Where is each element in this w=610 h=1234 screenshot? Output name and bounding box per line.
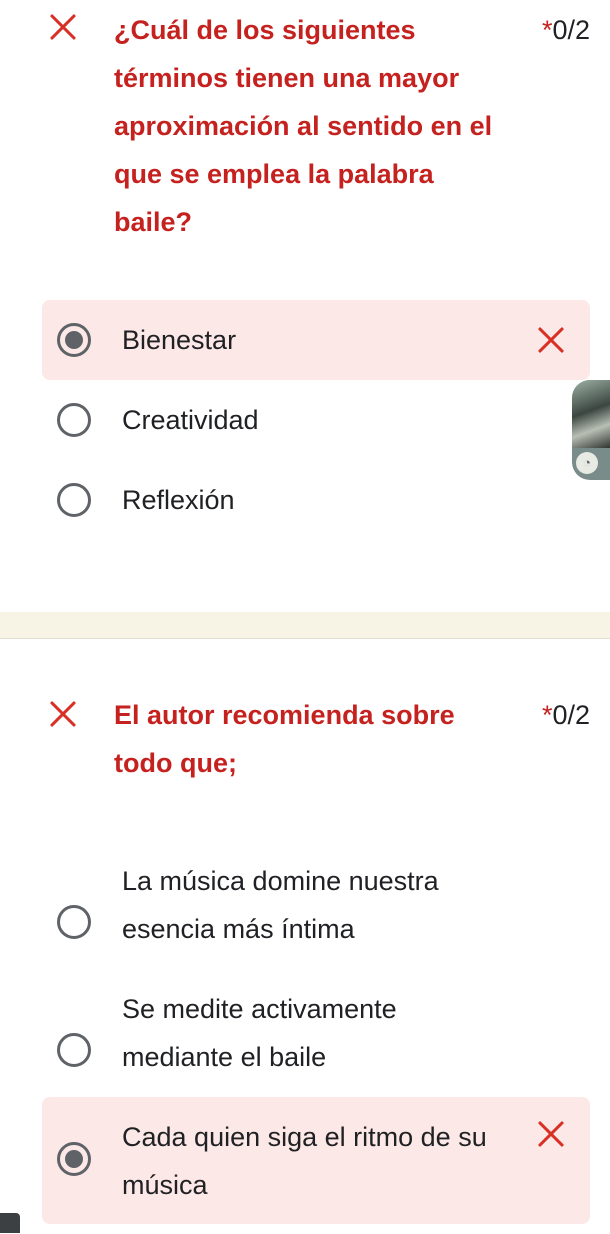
radio-button-selected[interactable] <box>57 323 91 357</box>
question-card-2: El autor recomienda sobre todo que; *0/2… <box>0 638 610 1234</box>
option-creatividad[interactable]: Creatividad <box>42 380 590 460</box>
option-siga-ritmo[interactable]: Cada quien siga el ritmo de su música <box>42 1097 590 1224</box>
radio-button[interactable] <box>57 483 91 517</box>
question-score: *0/2 <box>542 691 590 739</box>
option-musica-domine[interactable]: La música domine nuestra esencia más ínt… <box>42 857 590 977</box>
option-label: Cada quien siga el ritmo de su música <box>122 1122 487 1200</box>
question-score: *0/2 <box>542 6 590 54</box>
option-medite-activamente[interactable]: Se medite activamente mediante el baile <box>42 985 590 1105</box>
option-label: La música domine nuestra esencia más ínt… <box>122 866 439 944</box>
question-title: El autor recomienda sobre todo que; <box>114 700 455 778</box>
score-value: 0/2 <box>552 700 590 730</box>
radio-button[interactable] <box>57 1033 91 1067</box>
option-reflexion[interactable]: Reflexión <box>42 460 590 540</box>
incorrect-icon <box>48 12 78 42</box>
chat-bubble-icon: ◔ <box>576 452 598 474</box>
option-label: Bienestar <box>122 325 237 355</box>
score-value: 0/2 <box>552 15 590 45</box>
option-label: Creatividad <box>122 405 259 435</box>
radio-button[interactable] <box>57 403 91 437</box>
option-label: Se medite activamente mediante el baile <box>122 994 397 1072</box>
required-star: * <box>541 700 553 730</box>
incorrect-icon <box>48 699 78 729</box>
incorrect-icon <box>536 1119 566 1149</box>
radio-button[interactable] <box>57 905 91 939</box>
question-card-1: ¿Cuál de los siguientes términos tienen … <box>0 0 610 613</box>
option-label: Reflexión <box>122 485 235 515</box>
incorrect-icon <box>536 325 566 355</box>
section-divider <box>0 612 610 638</box>
floating-chat-head[interactable]: ◔ <box>572 380 610 480</box>
radio-button-selected[interactable] <box>57 1142 91 1176</box>
avatar <box>572 380 610 448</box>
option-bienestar[interactable]: Bienestar <box>42 300 590 380</box>
question-title: ¿Cuál de los siguientes términos tienen … <box>114 15 493 237</box>
scrollbar-handle[interactable] <box>0 1213 20 1233</box>
required-star: * <box>541 15 553 45</box>
